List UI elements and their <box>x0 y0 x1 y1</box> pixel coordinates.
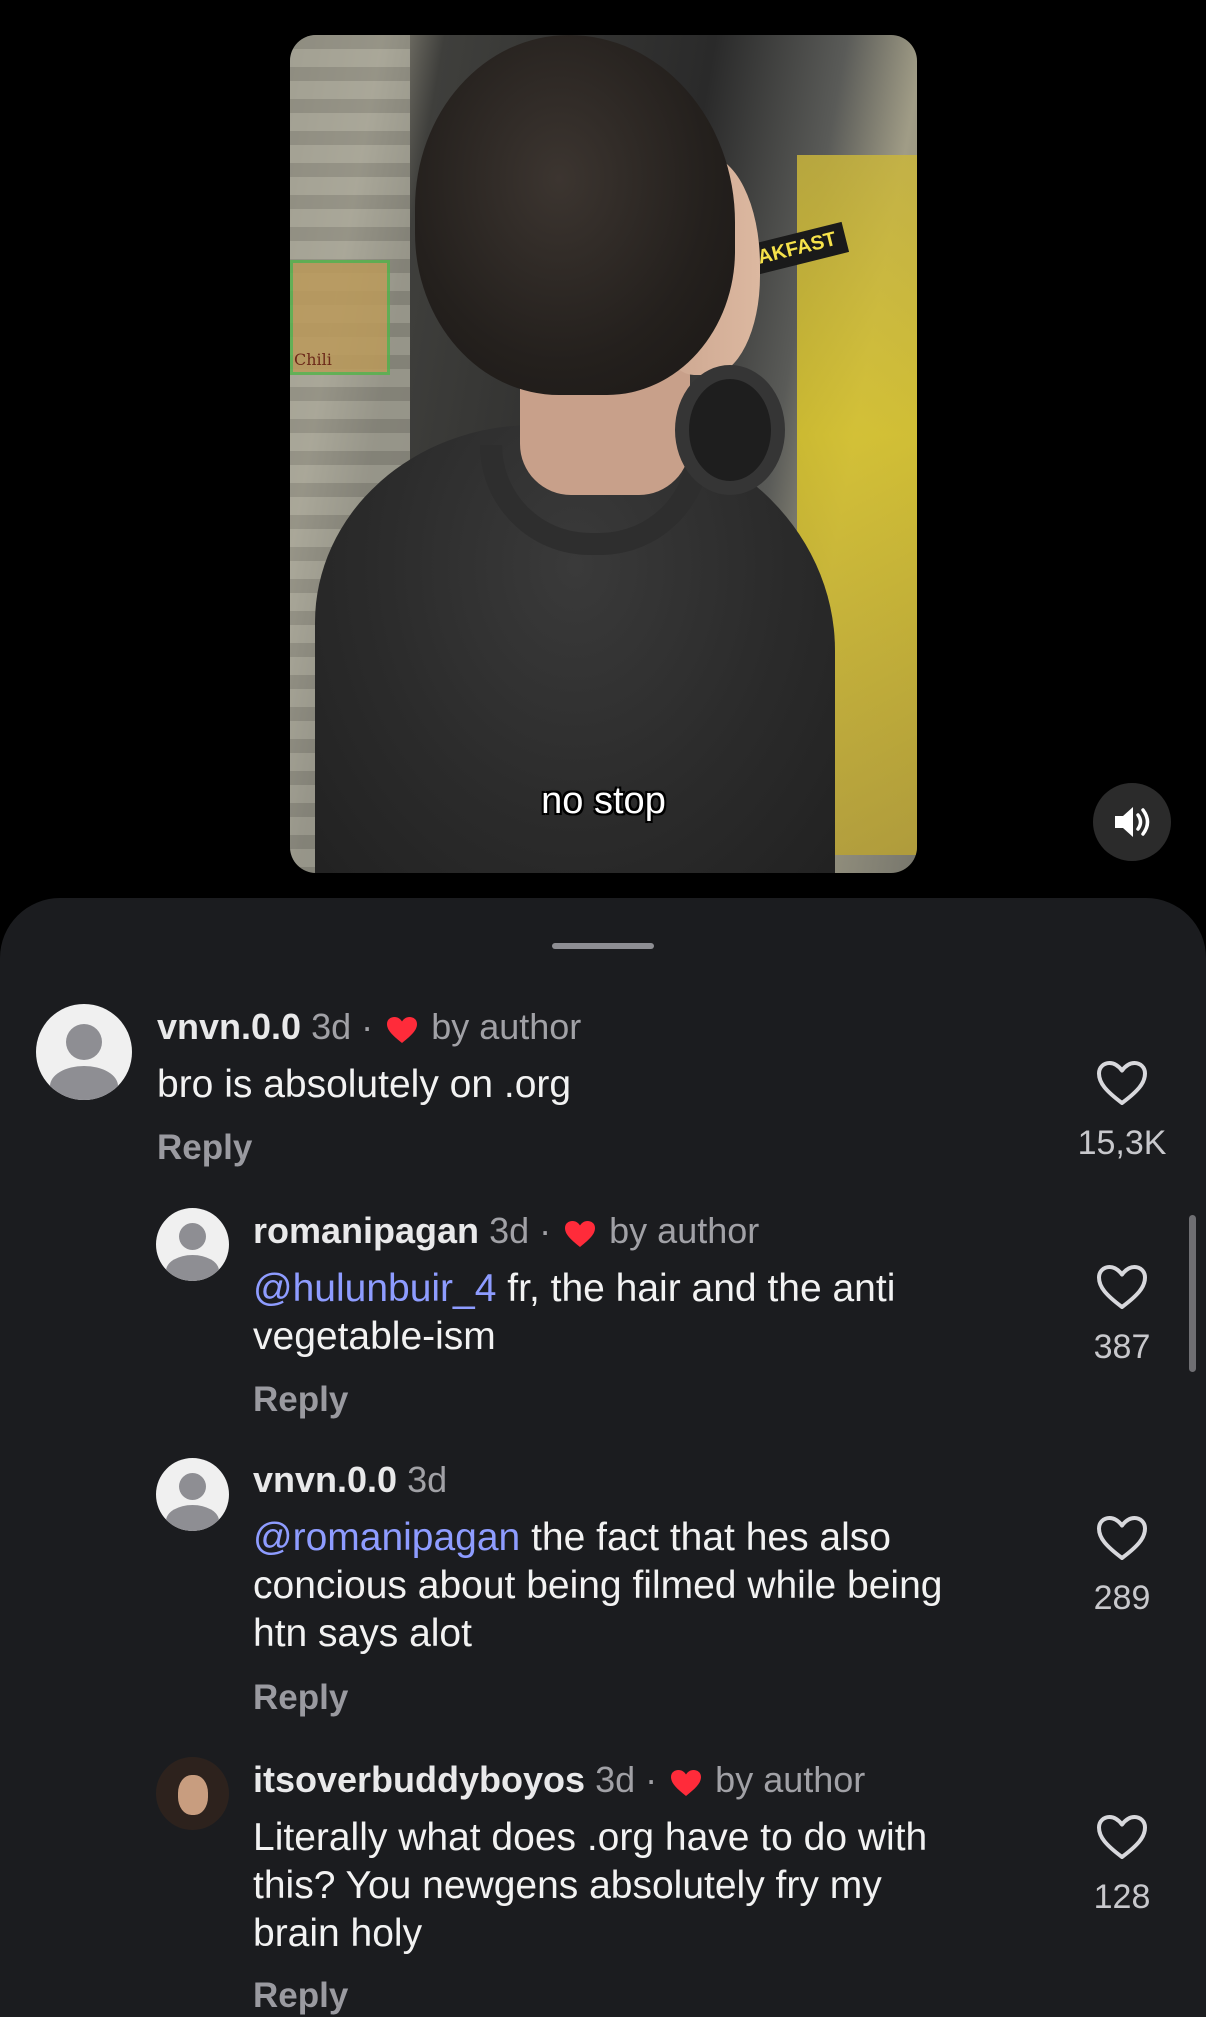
comment-text: bro is absolutely on .org <box>157 1063 572 1106</box>
avatar[interactable] <box>156 1208 229 1281</box>
video-caption: no stop <box>541 780 666 822</box>
liked-by-author-label: by author <box>715 1759 866 1800</box>
like-count: 128 <box>1093 1878 1151 1916</box>
heart-outline-icon <box>1097 1815 1147 1859</box>
like-count: 387 <box>1093 1328 1151 1366</box>
reply-button[interactable]: Reply <box>157 1128 252 1168</box>
comment-text: @hulunbuir_4 fr, the hair and the anti v… <box>253 1267 896 1358</box>
avatar[interactable] <box>36 1004 132 1100</box>
sound-toggle-button[interactable] <box>1093 783 1171 861</box>
scrollbar[interactable] <box>1189 1215 1196 1372</box>
comment-meta: itsoverbuddyboyos 3d · by author <box>253 1758 865 1807</box>
timestamp: 3d <box>595 1759 636 1800</box>
mention-link[interactable]: @romanipagan <box>253 1516 520 1559</box>
comment-meta: vnvn.0.0 3d · by author <box>157 1005 581 1054</box>
username[interactable]: itsoverbuddyboyos <box>253 1759 585 1800</box>
avatar[interactable] <box>156 1458 229 1531</box>
mention-link[interactable]: @hulunbuir_4 <box>253 1267 496 1310</box>
video-player[interactable]: Chili EAKFAST no stop <box>290 35 917 873</box>
liked-by-author-label: by author <box>431 1006 582 1047</box>
heart-outline-icon <box>1097 1061 1147 1105</box>
video-area: Chili EAKFAST no stop <box>0 0 1206 900</box>
timestamp: 3d <box>407 1459 448 1500</box>
heart-outline-icon <box>1097 1265 1147 1309</box>
comment-text: @romanipagan the fact that hes also conc… <box>253 1516 943 1655</box>
reply-button[interactable]: Reply <box>253 1380 348 1420</box>
person-hair <box>415 35 735 395</box>
comment-meta: romanipagan 3d · by author <box>253 1209 759 1258</box>
sheet-grabber[interactable] <box>552 943 654 949</box>
like-button[interactable]: 128 <box>1077 1814 1167 1917</box>
avatar[interactable] <box>156 1757 229 1830</box>
heart-outline-icon <box>1097 1516 1147 1560</box>
like-button[interactable]: 387 <box>1077 1264 1167 1367</box>
username[interactable]: vnvn.0.0 <box>253 1459 397 1500</box>
like-button[interactable]: 15,3K <box>1077 1060 1167 1163</box>
shelf-label: Chili <box>294 350 332 369</box>
liked-by-author-label: by author <box>609 1210 760 1251</box>
reply-button[interactable]: Reply <box>253 1678 348 1718</box>
timestamp: 3d <box>311 1006 352 1047</box>
reply-button[interactable]: Reply <box>253 1976 348 2016</box>
like-count: 15,3K <box>1077 1124 1167 1162</box>
headphone-cup <box>675 365 785 495</box>
heart-icon <box>386 1010 418 1054</box>
comment-meta: vnvn.0.0 3d <box>253 1458 447 1502</box>
username[interactable]: vnvn.0.0 <box>157 1006 301 1047</box>
like-count: 289 <box>1093 1579 1151 1617</box>
speaker-icon <box>1115 807 1150 837</box>
heart-icon <box>670 1763 702 1807</box>
timestamp: 3d <box>489 1210 530 1251</box>
heart-icon <box>564 1214 596 1258</box>
like-button[interactable]: 289 <box>1077 1515 1167 1618</box>
comment-text: Literally what does .org have to do with… <box>253 1816 928 1955</box>
username[interactable]: romanipagan <box>253 1210 479 1251</box>
